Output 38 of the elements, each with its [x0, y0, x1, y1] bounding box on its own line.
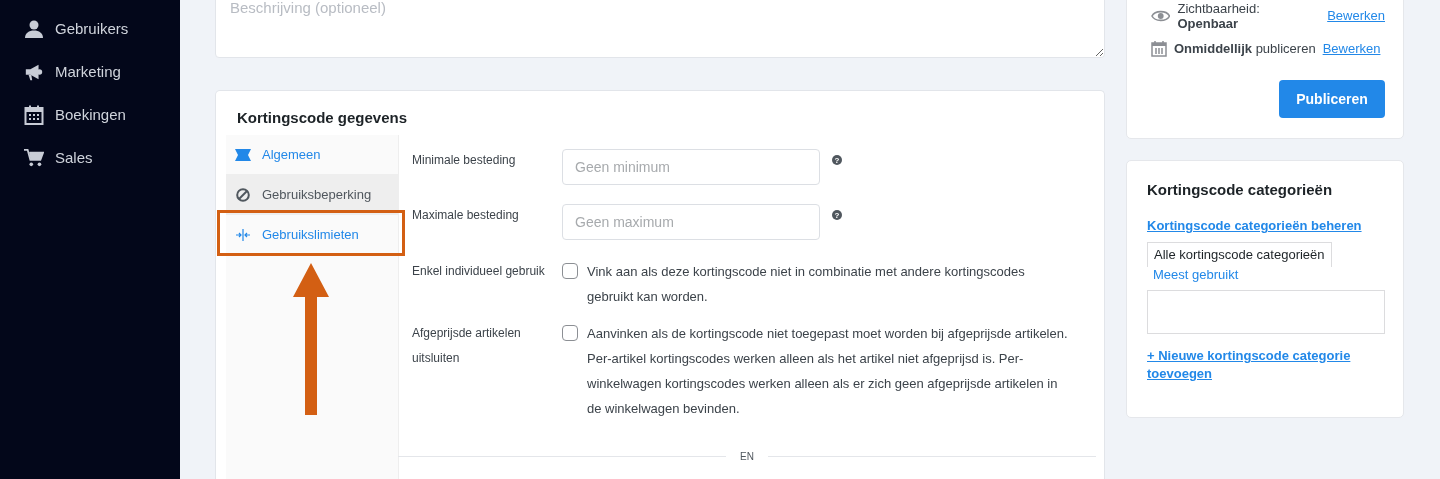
field-label: Minimale besteding	[412, 152, 517, 169]
inward-arrows-icon	[236, 227, 250, 242]
edit-link[interactable]: Bewerken	[1327, 8, 1385, 23]
field-label: Enkel individueel gebruik	[412, 263, 546, 280]
amount-field[interactable]: Geen minimum	[562, 149, 820, 185]
eye-icon	[1151, 8, 1171, 23]
description-field[interactable]: Beschrijving (optioneel)	[215, 0, 1105, 58]
sidebar-item[interactable]: Sales	[55, 149, 93, 166]
calendar-icon	[1151, 40, 1167, 57]
checkbox[interactable]	[562, 263, 578, 279]
tab[interactable]: Gebruiksbeperking	[226, 175, 398, 215]
cart-icon	[24, 147, 44, 168]
help-icon[interactable]: ?	[832, 155, 842, 165]
field-label: Afgeprijsde artikelen uitsluiten	[412, 325, 522, 367]
checkbox-description: Aanvinken als de kortingscode niet toegepast moet worden bij afgeprijsde artikelen. Per-artikel kortingscodes werken alleen als het artikel niet afgeprijsd is. Per-winkelwagen kortingscodes werken alleen als er zich geen afgeprijsde artikelen in de winkelwagen bevinden.	[587, 325, 1069, 418]
calendar-icon	[24, 104, 44, 125]
separator-label: EN	[740, 451, 754, 462]
card-title: Kortingscode categorieën	[1147, 181, 1334, 198]
tab[interactable]: Gebruikslimieten	[226, 215, 398, 255]
category-tab[interactable]: Alle kortingscode categorieën	[1147, 242, 1332, 267]
checkbox-description: Vink aan als deze kortingscode niet in combinatie met andere kortingscodes gebruikt kan worden.	[587, 263, 1026, 306]
help-icon[interactable]: ?	[832, 210, 842, 220]
publish-button[interactable]: Publiceren	[1279, 80, 1385, 118]
checkbox[interactable]	[562, 325, 578, 341]
add-category-link[interactable]: + Nieuwe kortingscode categorie toevoegen	[1147, 347, 1383, 383]
sidebar-item[interactable]: Marketing	[55, 63, 121, 80]
ticket-icon	[235, 148, 251, 161]
manage-categories-link[interactable]: Kortingscode categorieën beheren	[1147, 218, 1383, 233]
visibility-text: Zichtbaarheid: Openbaar	[1177, 0, 1261, 31]
card-title: Kortingscode gegevens	[236, 108, 409, 128]
sidebar-item[interactable]: Gebruikers	[55, 20, 129, 37]
person-icon	[24, 18, 44, 39]
sidebar-item[interactable]: Boekingen	[55, 106, 126, 123]
amount-field[interactable]: Geen maximum	[562, 204, 820, 240]
prohibited-icon	[236, 187, 250, 202]
field-label: Maximale besteding	[412, 207, 520, 224]
schedule-text: Onmiddellijk publiceren	[1174, 41, 1316, 56]
edit-link[interactable]: Bewerken	[1322, 41, 1381, 56]
